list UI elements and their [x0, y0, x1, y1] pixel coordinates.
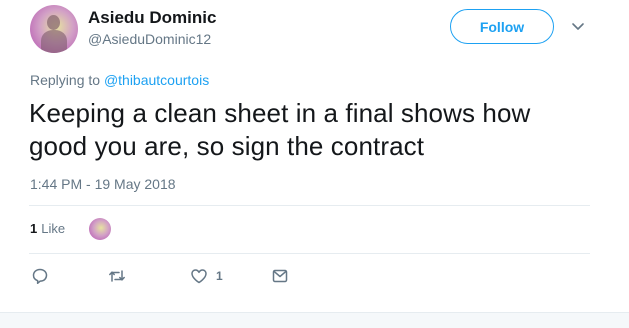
reply-icon [32, 268, 48, 285]
tweet-timestamp[interactable]: 1:44 PM - 19 May 2018 [30, 176, 176, 192]
reply-button[interactable] [31, 267, 49, 285]
likes-count: 1 [30, 221, 38, 236]
reply-mention-link[interactable]: @thibautcourtois [104, 72, 209, 88]
reply-context: Replying to @thibautcourtois [30, 72, 209, 88]
tweet-text: Keeping a clean sheet in a final shows h… [29, 98, 531, 161]
author-name[interactable]: Asiedu Dominic [88, 8, 216, 28]
retweet-button[interactable] [108, 267, 126, 285]
retweet-icon [109, 270, 125, 282]
heart-icon [191, 269, 207, 284]
liker-avatar[interactable] [89, 218, 111, 240]
like-button[interactable]: 1 [190, 267, 223, 285]
divider [29, 253, 590, 254]
direct-message-button[interactable] [271, 267, 289, 285]
likes-label: Like [41, 221, 66, 236]
author-handle[interactable]: @AsieduDominic12 [88, 31, 211, 47]
divider [29, 205, 590, 206]
message-icon [272, 269, 288, 283]
reply-context-prefix: Replying to [30, 72, 104, 88]
author-avatar[interactable] [30, 5, 78, 53]
follow-button[interactable]: Follow [450, 9, 554, 44]
chevron-down-icon[interactable] [570, 19, 586, 35]
like-count: 1 [216, 269, 223, 283]
likes-stat[interactable]: 1 Like [30, 221, 65, 236]
page-footer-band [0, 312, 629, 328]
